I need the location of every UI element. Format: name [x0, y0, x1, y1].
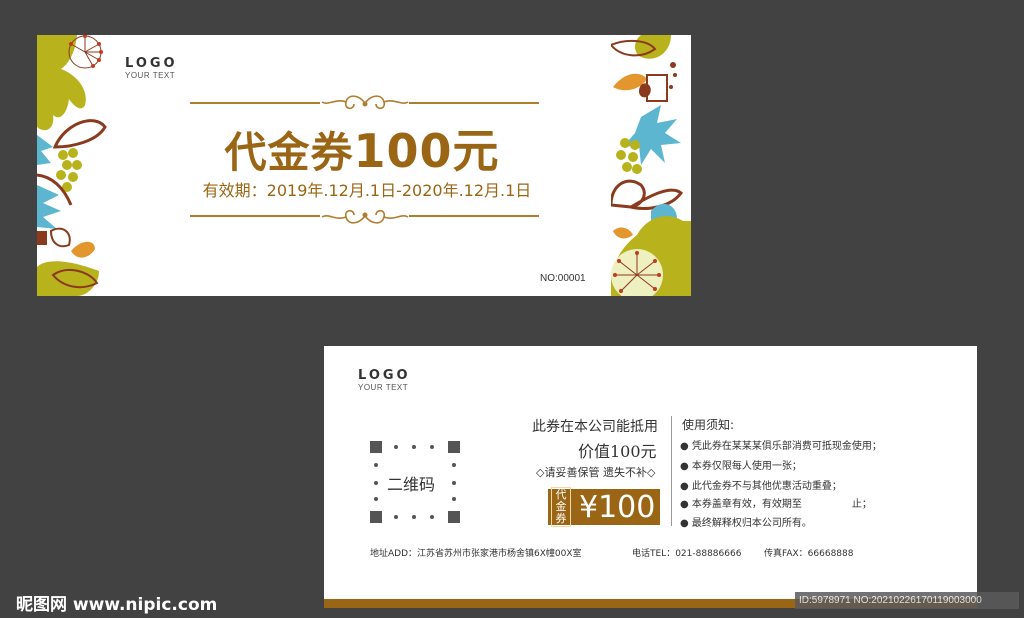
site-watermark: 昵图网 www.nipic.com: [16, 595, 218, 615]
top-right-rule: [409, 102, 539, 104]
qr-corner: [370, 511, 382, 523]
voucher-title: 代金券100元: [192, 115, 532, 181]
back-logo: LOGO: [358, 368, 411, 383]
voucher-front: LOGO YOUR TEXT 代金券100元 有效期：2019年.12月.1日-…: [37, 35, 691, 296]
divider: [671, 416, 672, 526]
ornament-top-icon: [321, 95, 409, 110]
voucher-back: LOGO YOUR TEXT 二维码 此券在本公司能抵用 价值100元 ◇请妥善…: [324, 346, 977, 608]
rule-item: ● 凭此券在某某某俱乐部消费可抵现金使用；: [680, 441, 882, 452]
rules-title: 使用须知:: [682, 418, 735, 432]
phone: 电话TEL：021-88886666: [632, 549, 742, 559]
address: 地址ADD：江苏省苏州市张家港市杨舍镇6X幢00X室: [370, 549, 582, 559]
qr-corner: [448, 511, 460, 523]
title-amount: 100元: [353, 124, 500, 178]
fax: 传真FAX：66668888: [764, 549, 854, 559]
back-logo-subtitle: YOUR TEXT: [358, 383, 409, 392]
rule-item: ● 本券仅限每人使用一张；: [680, 461, 802, 472]
image-id-caption: ID:5978971 NO:20210226170119003000: [795, 592, 1019, 609]
price-tag: 代金券 ¥100: [548, 487, 660, 527]
qr-label: 二维码: [387, 475, 436, 494]
price-tag-value: ¥100: [579, 489, 656, 525]
title-prefix: 代金券: [224, 128, 354, 177]
qr-code-placeholder: 二维码: [370, 441, 460, 523]
front-logo: LOGO: [125, 56, 178, 71]
serial-number: NO:00001: [540, 273, 586, 284]
top-left-rule: [190, 102, 320, 104]
rule-item: ● 此代金券不与其他优惠活动重叠；: [680, 481, 842, 492]
floral-decoration-left-icon: [37, 35, 107, 296]
qr-corner: [370, 441, 382, 453]
price-tag-label: 代金券: [551, 487, 571, 527]
validity-period: 有效期：2019年.12月.1日-2020年.12月.1日: [202, 181, 532, 200]
qr-corner: [448, 441, 460, 453]
value-line: 价值100元: [578, 442, 657, 461]
bottom-left-rule: [190, 215, 320, 217]
ornament-bottom-icon: [321, 209, 409, 224]
floral-decoration-right-icon: [611, 35, 691, 296]
rule-item: ● 最终解释权归本公司所有。: [680, 518, 812, 529]
usage-line: 此券在本公司能抵用: [532, 419, 658, 435]
rule-item: ● 本券盖章有效，有效期至 止；: [680, 499, 872, 510]
front-logo-subtitle: YOUR TEXT: [125, 71, 176, 80]
bottom-right-rule: [409, 215, 539, 217]
keep-notice: ◇请妥善保管 遗失不补◇: [536, 466, 656, 479]
